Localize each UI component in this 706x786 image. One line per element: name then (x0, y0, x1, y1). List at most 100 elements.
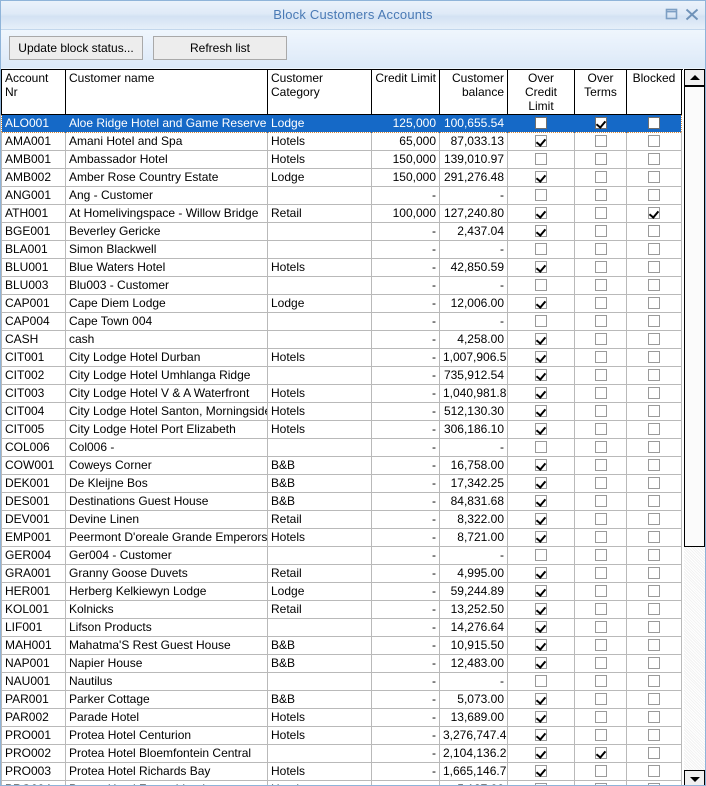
cell-blocked[interactable] (627, 205, 682, 223)
checkbox-unchecked-icon[interactable] (648, 513, 660, 525)
checkbox-unchecked-icon[interactable] (595, 477, 607, 489)
close-window-icon[interactable] (682, 5, 702, 25)
cell-over-credit-limit[interactable] (508, 691, 575, 709)
checkbox-unchecked-icon[interactable] (648, 495, 660, 507)
scroll-down-arrow-icon[interactable] (684, 770, 705, 786)
checkbox-unchecked-icon[interactable] (648, 279, 660, 291)
cell-over-credit-limit[interactable] (508, 727, 575, 745)
cell-over-credit-limit[interactable] (508, 133, 575, 151)
cell-over-terms[interactable] (575, 205, 627, 223)
cell-over-terms[interactable] (575, 133, 627, 151)
checkbox-unchecked-icon[interactable] (648, 117, 660, 129)
cell-over-terms[interactable] (575, 655, 627, 673)
cell-over-credit-limit[interactable] (508, 511, 575, 529)
table-row[interactable]: PRO004Protea Hotel FranschhoekHotels-5,1… (2, 781, 682, 786)
cell-over-terms[interactable] (575, 511, 627, 529)
checkbox-unchecked-icon[interactable] (535, 441, 547, 453)
checkbox-unchecked-icon[interactable] (595, 189, 607, 201)
update-block-status-button[interactable]: Update block status... (9, 36, 143, 60)
cell-blocked[interactable] (627, 583, 682, 601)
checkbox-unchecked-icon[interactable] (648, 693, 660, 705)
checkbox-unchecked-icon[interactable] (595, 675, 607, 687)
checkbox-checked-icon[interactable] (535, 207, 547, 219)
cell-blocked[interactable] (627, 385, 682, 403)
cell-over-terms[interactable] (575, 565, 627, 583)
cell-over-credit-limit[interactable] (508, 421, 575, 439)
cell-over-terms[interactable] (575, 583, 627, 601)
cell-over-terms[interactable] (575, 313, 627, 331)
table-row[interactable]: BGE001Beverley Gericke-2,437.04 (2, 223, 682, 241)
table-row[interactable]: PRO002Protea Hotel Bloemfontein Central-… (2, 745, 682, 763)
cell-over-credit-limit[interactable] (508, 475, 575, 493)
cell-over-credit-limit[interactable] (508, 403, 575, 421)
cell-over-terms[interactable] (575, 547, 627, 565)
checkbox-checked-icon[interactable] (535, 765, 547, 777)
cell-over-terms[interactable] (575, 151, 627, 169)
checkbox-unchecked-icon[interactable] (595, 351, 607, 363)
checkbox-unchecked-icon[interactable] (648, 297, 660, 309)
cell-blocked[interactable] (627, 673, 682, 691)
cell-over-credit-limit[interactable] (508, 601, 575, 619)
checkbox-unchecked-icon[interactable] (595, 585, 607, 597)
cell-over-credit-limit[interactable] (508, 673, 575, 691)
cell-over-credit-limit[interactable] (508, 349, 575, 367)
table-row[interactable]: PRO003Protea Hotel Richards BayHotels-1,… (2, 763, 682, 781)
cell-blocked[interactable] (627, 727, 682, 745)
checkbox-checked-icon[interactable] (535, 135, 547, 147)
checkbox-unchecked-icon[interactable] (595, 423, 607, 435)
cell-over-credit-limit[interactable] (508, 655, 575, 673)
cell-blocked[interactable] (627, 439, 682, 457)
checkbox-unchecked-icon[interactable] (648, 747, 660, 759)
cell-blocked[interactable] (627, 691, 682, 709)
column-header-over-credit-limit[interactable]: Over Credit Limit (508, 70, 575, 115)
checkbox-checked-icon[interactable] (535, 639, 547, 651)
cell-over-credit-limit[interactable] (508, 367, 575, 385)
cell-over-terms[interactable] (575, 187, 627, 205)
table-row[interactable]: COL006Col006 --- (2, 439, 682, 457)
table-row[interactable]: BLU003Blu003 - Customer-- (2, 277, 682, 295)
cell-blocked[interactable] (627, 457, 682, 475)
cell-over-credit-limit[interactable] (508, 745, 575, 763)
cell-blocked[interactable] (627, 187, 682, 205)
checkbox-checked-icon[interactable] (535, 297, 547, 309)
customers-grid-viewport[interactable]: Account Nr Customer name Customer Catego… (1, 69, 683, 786)
checkbox-checked-icon[interactable] (535, 729, 547, 741)
checkbox-unchecked-icon[interactable] (648, 765, 660, 777)
checkbox-unchecked-icon[interactable] (595, 261, 607, 273)
checkbox-checked-icon[interactable] (535, 405, 547, 417)
scrollbar-thumb[interactable] (684, 86, 705, 547)
table-row[interactable]: ANG001Ang - Customer-- (2, 187, 682, 205)
table-row[interactable]: NAP001Napier HouseB&B-12,483.00 (2, 655, 682, 673)
checkbox-unchecked-icon[interactable] (648, 261, 660, 273)
cell-over-credit-limit[interactable] (508, 313, 575, 331)
cell-over-terms[interactable] (575, 727, 627, 745)
checkbox-unchecked-icon[interactable] (595, 657, 607, 669)
cell-blocked[interactable] (627, 241, 682, 259)
checkbox-unchecked-icon[interactable] (648, 153, 660, 165)
cell-blocked[interactable] (627, 313, 682, 331)
column-header-customer-name[interactable]: Customer name (66, 70, 268, 115)
cell-over-terms[interactable] (575, 763, 627, 781)
table-row[interactable]: EMP001Peermont D'oreale Grande Emperors … (2, 529, 682, 547)
cell-blocked[interactable] (627, 529, 682, 547)
cell-over-credit-limit[interactable] (508, 457, 575, 475)
checkbox-unchecked-icon[interactable] (648, 567, 660, 579)
table-row[interactable]: DEK001De Kleijne BosB&B-17,342.25 (2, 475, 682, 493)
cell-over-terms[interactable] (575, 529, 627, 547)
cell-over-credit-limit[interactable] (508, 529, 575, 547)
checkbox-unchecked-icon[interactable] (535, 549, 547, 561)
checkbox-unchecked-icon[interactable] (595, 441, 607, 453)
table-row[interactable]: COW001Coweys CornerB&B-16,758.00 (2, 457, 682, 475)
cell-blocked[interactable] (627, 259, 682, 277)
table-row[interactable]: PRO001Protea Hotel CenturionHotels-3,276… (2, 727, 682, 745)
checkbox-unchecked-icon[interactable] (648, 549, 660, 561)
checkbox-unchecked-icon[interactable] (535, 315, 547, 327)
cell-over-terms[interactable] (575, 115, 627, 133)
column-header-customer-category[interactable]: Customer Category (268, 70, 372, 115)
checkbox-unchecked-icon[interactable] (648, 585, 660, 597)
vertical-scrollbar[interactable] (683, 69, 706, 786)
cell-over-credit-limit[interactable] (508, 565, 575, 583)
cell-over-credit-limit[interactable] (508, 115, 575, 133)
cell-over-credit-limit[interactable] (508, 439, 575, 457)
checkbox-unchecked-icon[interactable] (595, 279, 607, 291)
